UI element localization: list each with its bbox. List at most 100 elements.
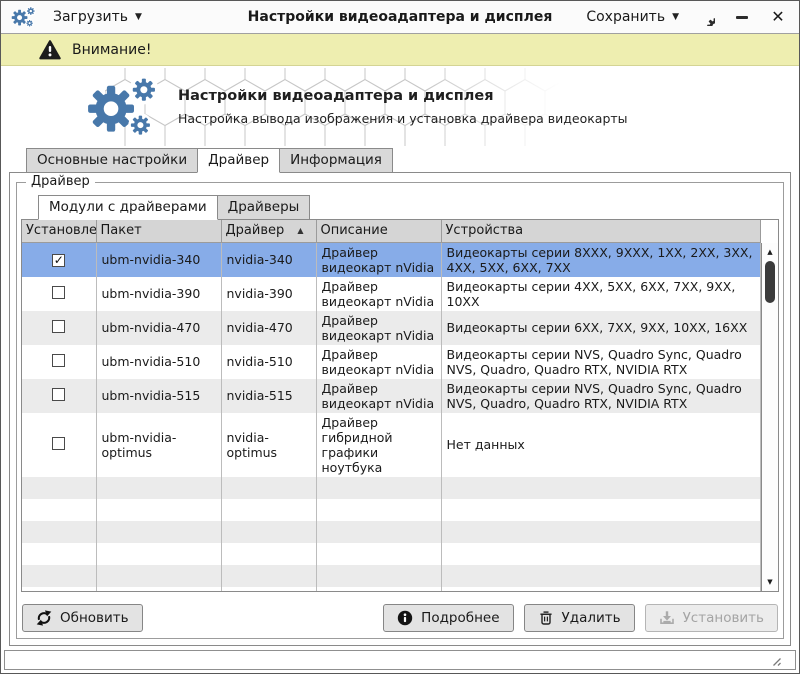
driver-table-container: Установлен Пакет Драйвер ▲ Описание Устр…	[21, 219, 779, 592]
close-button[interactable]: ✕	[769, 8, 787, 26]
chevron-down-icon: ▼	[135, 13, 142, 22]
cell-devices: Видеокарты серии NVS, Quadro Sync, Quadr…	[441, 345, 761, 379]
driver-table: Установлен Пакет Драйвер ▲ Описание Устр…	[22, 220, 761, 592]
table-row[interactable]: ubm-nvidia-390nvidia-390Драйвер видеокар…	[22, 277, 761, 311]
column-header-package[interactable]: Пакет	[96, 220, 221, 242]
close-icon: ✕	[771, 9, 784, 25]
column-header-installed[interactable]: Установлен	[22, 220, 96, 242]
trash-icon	[538, 610, 554, 626]
table-row[interactable]: ubm-nvidia-510nvidia-510Драйвер видеокар…	[22, 345, 761, 379]
table-row[interactable]: ubm-nvidia-optimusnvidia-optimusДрайвер …	[22, 413, 761, 477]
table-row[interactable]: ✓ ubm-nvidia-340nvidia-340Драйвер видеока…	[22, 242, 761, 277]
title-bar: Настройки видеоадаптера и дисплея Загруз…	[1, 1, 799, 34]
inner-tab-bar: Модули с драйверами Драйверы	[21, 195, 779, 220]
tab-information[interactable]: Информация	[279, 148, 393, 173]
cell-devices: Видеокарты серии 4XX, 5XX, 6XX, 7XX, 9XX…	[441, 277, 761, 311]
warning-text: Внимание!	[72, 42, 151, 58]
tab-main-settings[interactable]: Основные настройки	[26, 148, 198, 173]
vertical-scrollbar[interactable]: ▲ ▼	[761, 243, 778, 591]
sort-ascending-arrow-icon: ▲	[297, 226, 311, 235]
cell-package: ubm-nvidia-470	[96, 311, 221, 345]
refresh-button[interactable]: Обновить	[22, 604, 143, 632]
scrollbar-up-button[interactable]: ▲	[762, 245, 778, 259]
column-header-description[interactable]: Описание	[316, 220, 441, 242]
save-menu-label: Сохранить	[586, 9, 665, 25]
empty-table-row	[22, 543, 761, 565]
installed-checkbox-checked[interactable]: ✓	[52, 254, 65, 267]
cell-driver: nvidia-510	[221, 345, 316, 379]
install-button[interactable]: Установить	[645, 604, 778, 632]
driver-table-body: ✓ubm-nvidia-340nvidia-340Драйвер видеока…	[22, 242, 761, 592]
tab-driver[interactable]: Драйвер	[197, 148, 280, 173]
cell-package: ubm-nvidia-510	[96, 345, 221, 379]
download-install-icon	[659, 610, 675, 626]
installed-checkbox[interactable]	[52, 320, 65, 333]
driver-tab-panel: Драйвер Модули с драйверами Драйверы Уст…	[9, 172, 791, 646]
column-header-devices[interactable]: Устройства	[441, 220, 761, 242]
installed-checkbox[interactable]	[52, 437, 65, 450]
warning-triangle-icon	[39, 39, 61, 61]
minimize-icon	[736, 16, 748, 19]
gears-icon	[86, 75, 162, 139]
save-menu-button[interactable]: Сохранить ▼	[586, 9, 679, 25]
cell-package: ubm-nvidia-390	[96, 277, 221, 311]
settings-button[interactable]	[697, 8, 715, 26]
page-subtitle: Настройка вывода изображения и установка…	[178, 111, 628, 126]
empty-table-row	[22, 565, 761, 587]
empty-table-row	[22, 587, 761, 593]
status-bar	[4, 650, 796, 670]
empty-table-row	[22, 499, 761, 521]
tab-drivers[interactable]: Драйверы	[217, 195, 311, 220]
cell-package: ubm-nvidia-515	[96, 379, 221, 413]
tab-driver-modules[interactable]: Модули с драйверами	[38, 195, 218, 220]
cell-driver: nvidia-515	[221, 379, 316, 413]
page-header: Настройки видеоадаптера и дисплея Настро…	[1, 66, 799, 148]
column-header-driver-label: Драйвер	[226, 223, 285, 238]
cell-driver: nvidia-470	[221, 311, 316, 345]
installed-checkbox[interactable]	[52, 286, 65, 299]
installed-checkbox[interactable]	[52, 388, 65, 401]
cell-driver: nvidia-390	[221, 277, 316, 311]
empty-table-row	[22, 477, 761, 499]
driver-groupbox: Драйвер Модули с драйверами Драйверы Уст…	[16, 182, 784, 639]
cell-description: Драйвер видеокарт nVidia	[316, 277, 441, 311]
warning-banner: Внимание!	[1, 34, 799, 66]
table-row[interactable]: ubm-nvidia-515nvidia-515Драйвер видеокар…	[22, 379, 761, 413]
refresh-arrows-icon	[36, 610, 52, 626]
cell-devices: Видеокарты серии NVS, Quadro Sync, Quadr…	[441, 379, 761, 413]
button-row: Обновить Подробнее Удалить Установить	[21, 604, 779, 632]
empty-table-row	[22, 521, 761, 543]
table-row[interactable]: ubm-nvidia-470nvidia-470Драйвер видеокар…	[22, 311, 761, 345]
groupbox-legend: Драйвер	[26, 174, 95, 189]
cell-devices: Видеокарты серии 6XX, 7XX, 9XX, 10XX, 16…	[441, 311, 761, 345]
scrollbar-down-button[interactable]: ▼	[762, 575, 778, 589]
minimize-button[interactable]	[733, 8, 751, 26]
info-circle-icon	[397, 610, 413, 626]
cell-description: Драйвер видеокарт nVidia	[316, 242, 441, 277]
main-tab-bar: Основные настройки Драйвер Информация	[1, 148, 799, 173]
delete-button[interactable]: Удалить	[524, 604, 635, 632]
chevron-down-icon: ▼	[672, 13, 679, 22]
load-menu-button[interactable]: Загрузить ▼	[53, 9, 142, 25]
installed-checkbox[interactable]	[52, 354, 65, 367]
details-button-label: Подробнее	[421, 610, 499, 626]
cell-description: Драйвер видеокарт nVidia	[316, 379, 441, 413]
cell-driver: nvidia-optimus	[221, 413, 316, 477]
cell-driver: nvidia-340	[221, 242, 316, 277]
column-header-driver[interactable]: Драйвер ▲	[221, 220, 316, 242]
cell-description: Драйвер видеокарт nVidia	[316, 311, 441, 345]
cell-description: Драйвер видеокарт nVidia	[316, 345, 441, 379]
app-window: { "window": { "title": "Настройки видеоа…	[0, 0, 800, 674]
cell-package: ubm-nvidia-340	[96, 242, 221, 277]
resize-grip[interactable]	[768, 653, 782, 667]
cell-description: Драйвер гибридной графики ноутбука	[316, 413, 441, 477]
refresh-button-label: Обновить	[60, 610, 129, 626]
gear-icon	[698, 9, 715, 26]
cell-devices: Нет данных	[441, 413, 761, 477]
page-title: Настройки видеоадаптера и дисплея	[178, 88, 628, 104]
cell-package: ubm-nvidia-optimus	[96, 413, 221, 477]
install-button-label: Установить	[683, 610, 764, 626]
details-button[interactable]: Подробнее	[383, 604, 513, 632]
scrollbar-thumb[interactable]	[765, 261, 775, 303]
delete-button-label: Удалить	[562, 610, 621, 626]
